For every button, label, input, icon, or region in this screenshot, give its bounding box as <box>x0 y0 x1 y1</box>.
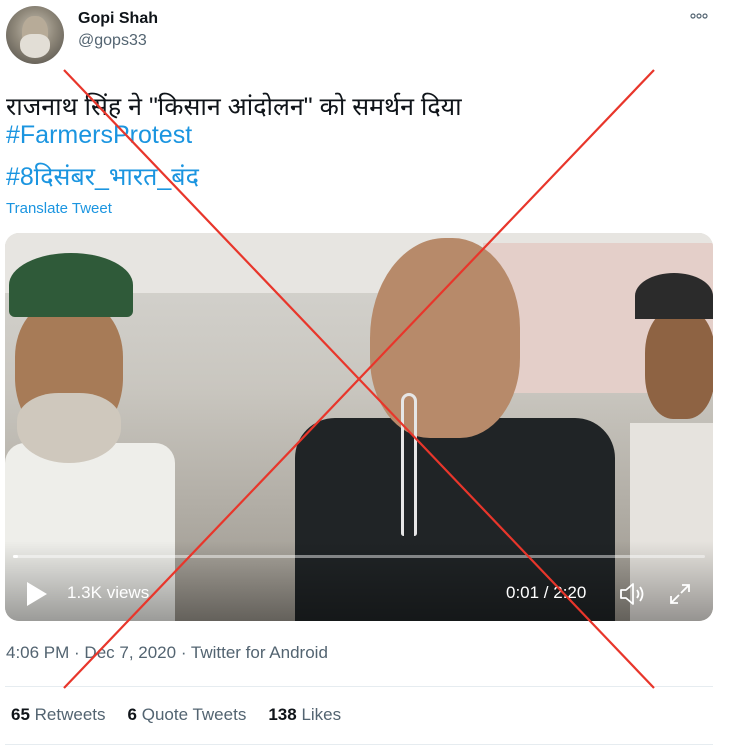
quote-tweets-label: Quote Tweets <box>141 705 247 724</box>
volume-icon[interactable] <box>617 580 647 608</box>
likes-label: Likes <box>301 705 342 724</box>
hashtag-link[interactable]: #FarmersProtest <box>6 121 192 150</box>
more-horizontal-icon[interactable] <box>690 6 708 24</box>
quote-tweets-count: 6 <box>127 705 137 724</box>
retweets-count: 65 <box>11 705 30 724</box>
video-progress-fill <box>13 555 18 558</box>
play-icon[interactable] <box>27 582 47 606</box>
avatar-beard <box>20 34 50 58</box>
avatar[interactable] <box>6 6 64 64</box>
video-controls-shade <box>5 541 713 621</box>
retweets-stat[interactable]: 65 Retweets <box>11 705 106 724</box>
quote-tweets-stat[interactable]: 6 Quote Tweets <box>128 705 247 724</box>
translate-tweet-link[interactable]: Translate Tweet <box>6 200 112 217</box>
microphone <box>401 393 417 536</box>
likes-count: 138 <box>268 705 297 724</box>
video-views: 1.3K views <box>67 583 150 602</box>
user-handle[interactable]: @gops33 <box>78 32 147 50</box>
divider <box>5 686 713 687</box>
video-player[interactable]: 1.3K views 0:01 / 2:20 <box>5 233 713 621</box>
hashtag-link[interactable]: #8दिसंबर_भारत_बंद <box>6 159 199 193</box>
retweets-label: Retweets <box>34 705 106 724</box>
video-progress-bar[interactable] <box>13 555 705 558</box>
tweet-metadata[interactable]: 4:06 PM · Dec 7, 2020 · Twitter for Andr… <box>6 643 328 663</box>
video-time: 0:01 / 2:20 <box>506 583 587 602</box>
tweet-stats: 65 Retweets 6 Quote Tweets 138 Likes <box>11 705 341 725</box>
likes-stat[interactable]: 138 Likes <box>268 705 341 724</box>
user-name[interactable]: Gopi Shah <box>78 10 158 28</box>
divider <box>5 744 713 745</box>
fullscreen-icon[interactable] <box>667 581 693 607</box>
